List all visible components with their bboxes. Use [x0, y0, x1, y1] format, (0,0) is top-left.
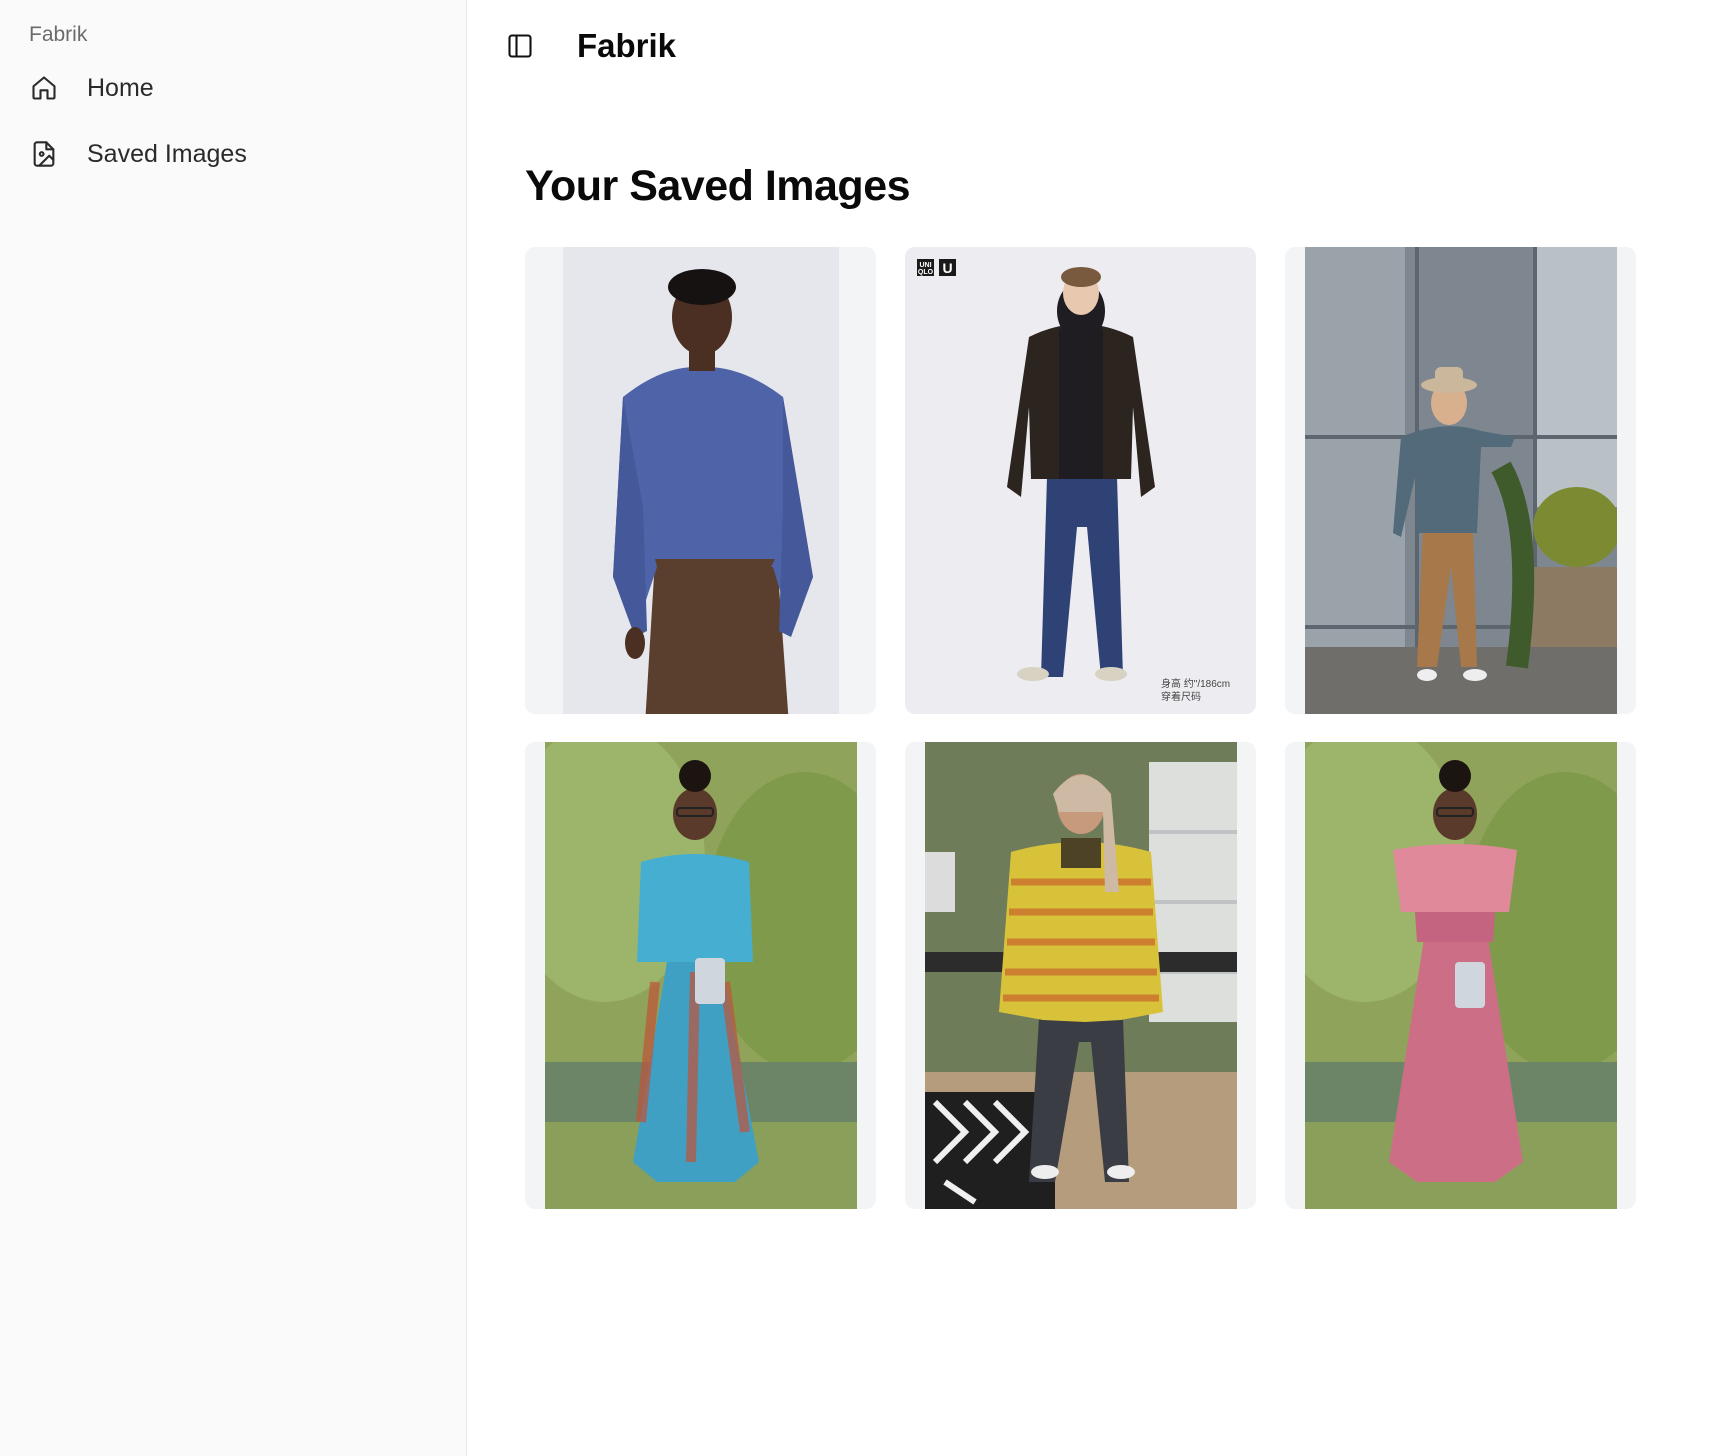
- saved-image-card[interactable]: UNI QLO U 身高 约"/186cm 穿着尺码: [905, 247, 1256, 714]
- uniqlo-logo-line2: QLO: [918, 269, 934, 276]
- app-root: Fabrik Home Saved Images Fabrik Your Sav…: [0, 0, 1716, 1456]
- sidebar-item-saved-images[interactable]: Saved Images: [12, 128, 454, 180]
- sidebar-nav: Home Saved Images: [0, 62, 466, 180]
- saved-image-photo: [1304, 742, 1617, 1209]
- app-title: Fabrik: [577, 27, 677, 64]
- saved-image-card[interactable]: [525, 742, 876, 1209]
- saved-image-card[interactable]: [1285, 742, 1636, 1209]
- saved-image-photo: UNI QLO U 身高 约"/186cm 穿着尺码: [905, 247, 1256, 714]
- sidebar-item-label: Saved Images: [87, 139, 247, 168]
- main-content: Fabrik Your Saved Images UNI QLO U 身高 约"…: [467, 0, 1716, 1456]
- saved-image-card[interactable]: [525, 247, 876, 714]
- home-icon: [29, 73, 59, 103]
- top-bar: Fabrik: [467, 0, 1716, 92]
- image-caption-line2: 穿着尺码: [1161, 690, 1201, 703]
- sidebar-item-home[interactable]: Home: [12, 62, 454, 114]
- sidebar-brand: Fabrik: [29, 23, 88, 46]
- saved-image-photo: [924, 742, 1237, 1209]
- saved-image-photo: [1304, 247, 1617, 714]
- uniqlo-logo-line1: UNI: [919, 262, 931, 269]
- uniqlo-logo-badge: U: [942, 260, 952, 276]
- saved-image-card[interactable]: [905, 742, 1256, 1209]
- page-title: Your Saved Images: [525, 162, 911, 210]
- saved-image-photo: [562, 247, 839, 714]
- image-file-icon: [29, 139, 59, 169]
- image-caption-line1: 身高 约"/186cm: [1161, 677, 1230, 690]
- saved-image-card[interactable]: [1285, 247, 1636, 714]
- sidebar-toggle-icon[interactable]: [505, 31, 535, 61]
- saved-images-grid: UNI QLO U 身高 约"/186cm 穿着尺码: [525, 247, 1636, 1209]
- saved-image-photo: [544, 742, 857, 1209]
- sidebar: Fabrik Home Saved Images: [0, 0, 467, 1456]
- sidebar-item-label: Home: [87, 73, 154, 102]
